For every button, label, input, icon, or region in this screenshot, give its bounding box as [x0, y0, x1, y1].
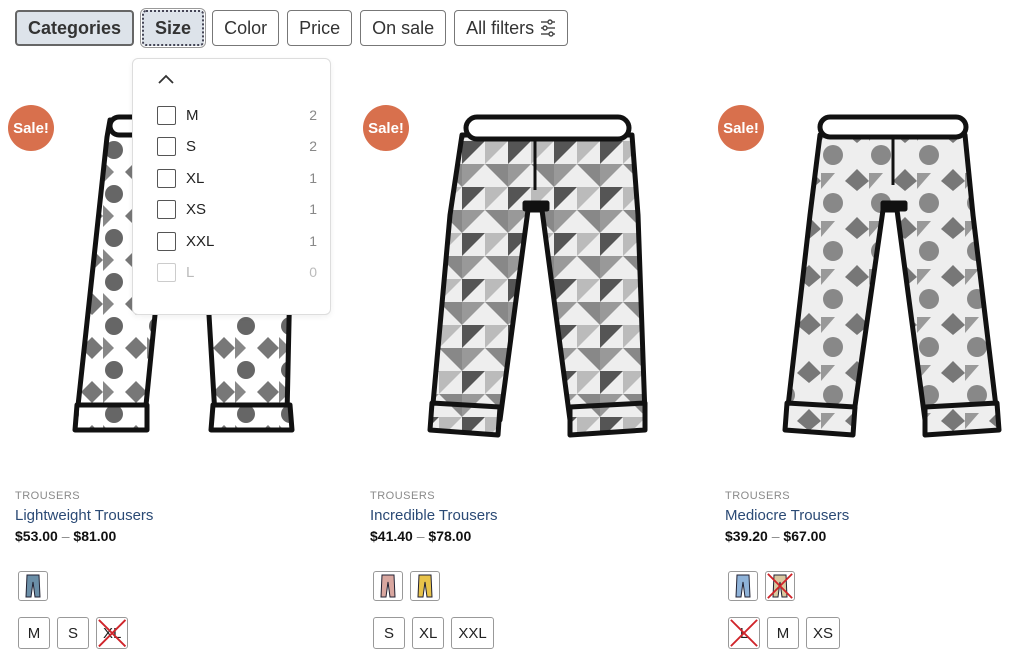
product-category: TROUSERS: [370, 490, 436, 502]
size-option-s[interactable]: S: [57, 617, 89, 649]
size-filter-dropdown: M 2 S 2 XL 1 XS 1 XXL 1 L 0: [132, 58, 331, 315]
size-option-s[interactable]: S: [373, 617, 405, 649]
filter-label: Size: [155, 17, 192, 38]
sale-badge: Sale!: [363, 105, 409, 151]
product-card: Sale! TROUSERS Mediocre Trousers $39.20 …: [718, 95, 1019, 661]
sliders-icon: [541, 19, 556, 37]
option-count: 1: [309, 201, 317, 217]
option-count: 0: [309, 264, 317, 280]
checkbox[interactable]: [157, 136, 176, 156]
color-swatch-unavailable[interactable]: [765, 571, 795, 601]
product-card: Sale! TROUSERS Incredible Trousers $41.4…: [363, 95, 690, 661]
price-max: $67.00: [783, 528, 827, 544]
product-price: $39.20 – $67.00: [725, 528, 826, 544]
color-swatches: [728, 571, 795, 601]
option-count: 2: [309, 138, 317, 154]
option-label: XS: [186, 200, 207, 218]
filter-categories-button[interactable]: Categories: [15, 10, 135, 46]
filter-label: On sale: [372, 17, 435, 38]
chevron-up-icon[interactable]: [157, 71, 175, 87]
color-swatch[interactable]: [728, 571, 758, 601]
checkbox[interactable]: [157, 231, 176, 251]
option-label: XL: [186, 169, 205, 187]
filter-label: Color: [224, 17, 268, 38]
option-label: XXL: [186, 232, 215, 250]
color-swatches: [18, 571, 48, 601]
checkbox[interactable]: [157, 199, 176, 219]
option-label: S: [186, 137, 197, 155]
size-option-checkbox-xxl[interactable]: XXL 1: [157, 230, 317, 252]
filter-on-sale-button[interactable]: On sale: [360, 10, 447, 46]
size-options: S XL XXL: [373, 617, 494, 649]
product-title-link[interactable]: Mediocre Trousers: [725, 507, 849, 524]
sale-badge: Sale!: [718, 105, 764, 151]
size-option-xl-unavailable[interactable]: XL: [96, 617, 129, 649]
size-option-checkbox-xl[interactable]: XL 1: [157, 167, 317, 189]
product-category: TROUSERS: [15, 490, 81, 502]
size-option-m[interactable]: M: [767, 617, 799, 649]
color-swatch[interactable]: [410, 571, 440, 601]
price-max: $78.00: [428, 528, 472, 544]
trousers-thumbnail-icon: [25, 574, 41, 598]
product-title-link[interactable]: Lightweight Trousers: [15, 507, 153, 524]
size-option-checkbox-xs[interactable]: XS 1: [157, 198, 317, 220]
filter-label: All filters: [466, 17, 535, 38]
size-option-m[interactable]: M: [18, 617, 50, 649]
price-separator: –: [416, 528, 425, 544]
option-label: L: [186, 263, 195, 281]
size-option-xs[interactable]: XS: [806, 617, 841, 649]
product-category: TROUSERS: [725, 490, 791, 502]
trousers-thumbnail-icon: [380, 574, 396, 598]
sale-badge: Sale!: [8, 105, 54, 151]
filter-color-button[interactable]: Color: [212, 10, 280, 46]
filter-label: Price: [299, 17, 341, 38]
color-swatch[interactable]: [373, 571, 403, 601]
trousers-thumbnail-icon: [735, 574, 751, 598]
size-label: L: [739, 624, 749, 642]
price-min: $53.00: [15, 528, 58, 544]
product-image[interactable]: [725, 95, 1019, 455]
size-option-l-unavailable[interactable]: L: [728, 617, 760, 649]
size-option-checkbox-s[interactable]: S 2: [157, 135, 317, 157]
trousers-thumbnail-icon: [772, 574, 788, 598]
trousers-thumbnail-icon: [417, 574, 433, 598]
price-min: $39.20: [725, 528, 768, 544]
size-option-xl[interactable]: XL: [412, 617, 445, 649]
price-separator: –: [771, 528, 780, 544]
size-label: XL: [103, 624, 122, 642]
all-filters-button[interactable]: All filters: [454, 10, 569, 46]
price-separator: –: [61, 528, 70, 544]
size-option-checkbox-l-disabled: L 0: [157, 261, 317, 283]
filter-size-button[interactable]: Size: [140, 8, 207, 48]
checkbox: [157, 262, 176, 282]
size-options: L M XS: [728, 617, 841, 649]
price-min: $41.40: [370, 528, 413, 544]
filter-bar: Categories Size Color Price On sale All …: [15, 8, 569, 48]
color-swatches: [373, 571, 440, 601]
color-swatch[interactable]: [18, 571, 48, 601]
product-title-link[interactable]: Incredible Trousers: [370, 507, 498, 524]
size-options: M S XL: [18, 617, 129, 649]
option-label: M: [186, 106, 199, 124]
filter-label: Categories: [28, 17, 122, 38]
option-count: 2: [309, 107, 317, 123]
checkbox[interactable]: [157, 105, 176, 125]
product-image[interactable]: [370, 95, 690, 455]
option-count: 1: [309, 170, 317, 186]
product-price: $41.40 – $78.00: [370, 528, 471, 544]
size-option-xxl[interactable]: XXL: [451, 617, 494, 649]
price-max: $81.00: [73, 528, 117, 544]
size-option-checkbox-m[interactable]: M 2: [157, 104, 317, 126]
filter-price-button[interactable]: Price: [287, 10, 353, 46]
product-price: $53.00 – $81.00: [15, 528, 116, 544]
checkbox[interactable]: [157, 168, 176, 188]
option-count: 1: [309, 233, 317, 249]
